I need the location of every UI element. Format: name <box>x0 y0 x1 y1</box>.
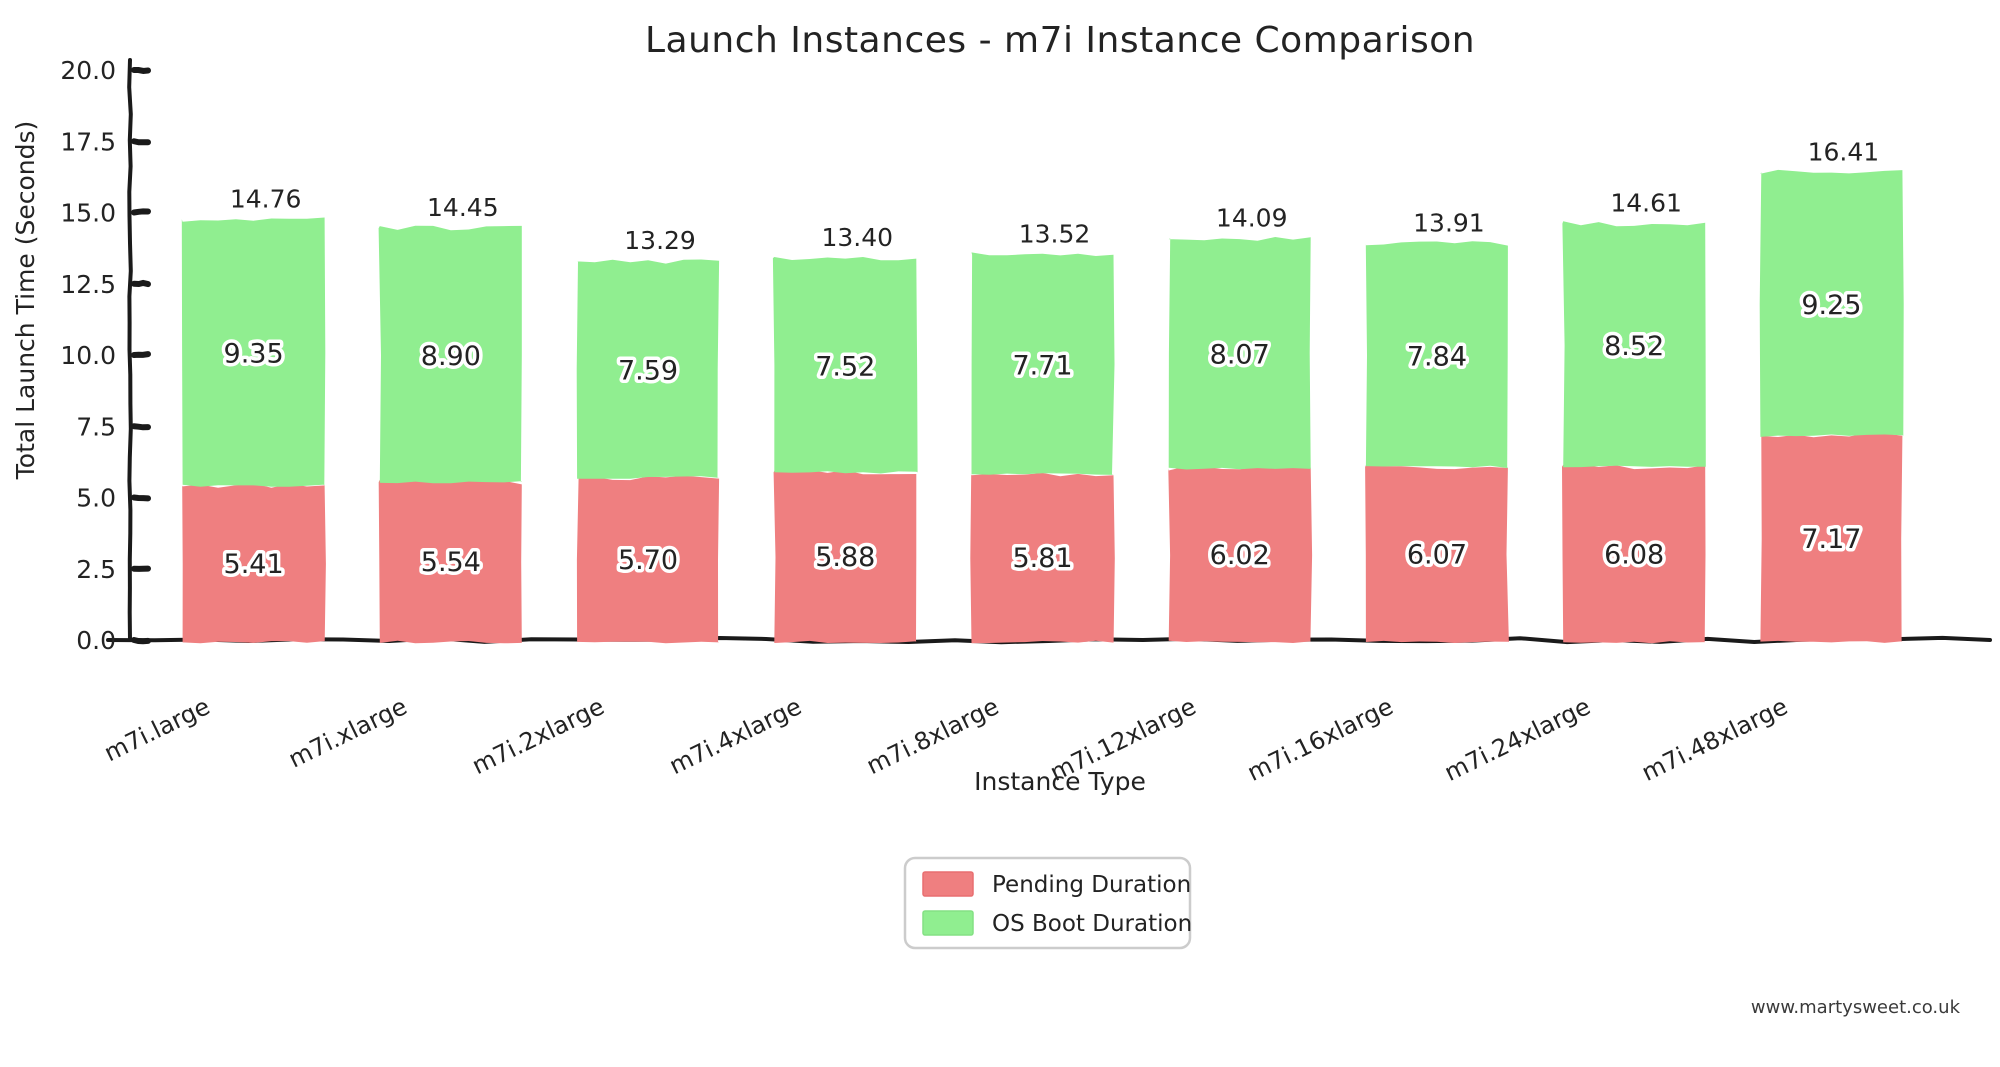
bar-total-label: 14.45 <box>427 193 499 222</box>
y-tick-mark <box>131 67 151 75</box>
bar-value-label-os-boot: 7.59 <box>618 355 678 386</box>
y-axis-line <box>127 58 133 642</box>
y-tick-label: 7.5 <box>76 412 116 441</box>
y-tick-mark <box>131 208 151 216</box>
bar-value-label-pending: 5.70 <box>618 545 678 576</box>
y-tick-label: 15.0 <box>60 199 116 228</box>
bar-value-label-pending: 7.17 <box>1801 524 1861 555</box>
bar-total-label: 13.29 <box>624 226 696 255</box>
y-tick-label: 17.5 <box>60 127 116 156</box>
bar-value-label-os-boot: 9.25 <box>1801 290 1861 321</box>
y-tick-mark <box>131 423 151 431</box>
legend-label-pending: Pending Duration <box>992 872 1191 898</box>
legend-swatch-pending <box>922 871 974 897</box>
bar-value-label-os-boot: 8.07 <box>1210 339 1270 370</box>
y-axis-label: Total Launch Time (Seconds) <box>11 121 40 480</box>
bar-value-label-os-boot: 9.35 <box>224 339 284 370</box>
bar-value-label-os-boot: 8.90 <box>421 341 481 372</box>
bar-value-label-pending: 5.54 <box>421 547 481 578</box>
y-tick-label: 2.5 <box>76 555 116 584</box>
y-tick-label: 10.0 <box>60 341 116 370</box>
bar-value-label-pending: 6.08 <box>1604 539 1664 570</box>
bar-total-label: 13.52 <box>1019 220 1091 249</box>
chart-title: Launch Instances - m7i Instance Comparis… <box>645 20 1475 61</box>
y-tick-label: 12.5 <box>60 270 116 299</box>
bar-value-label-pending: 6.07 <box>1407 540 1467 571</box>
y-tick-label: 20.0 <box>60 56 116 85</box>
legend-label-os-boot: OS Boot Duration <box>992 911 1192 937</box>
watermark: www.martysweet.co.uk <box>1751 997 1961 1018</box>
bar-total-label: 14.09 <box>1216 203 1288 232</box>
chart-legend: Pending Duration OS Boot Duration <box>903 856 1192 950</box>
legend-item-pending: Pending Duration <box>922 871 1191 898</box>
bar-value-label-os-boot: 7.52 <box>815 351 875 382</box>
chart-container: Launch Instances - m7i Instance Comparis… <box>0 0 2000 1067</box>
bar-total-label: 13.91 <box>1413 209 1485 238</box>
y-tick-mark <box>131 138 151 146</box>
bar-value-label-os-boot: 7.71 <box>1012 351 1072 382</box>
bar-total-label: 13.40 <box>821 223 893 252</box>
bar-value-label-pending: 5.88 <box>815 542 875 573</box>
bar-value-label-pending: 6.02 <box>1210 540 1270 571</box>
bar-chart: Launch Instances - m7i Instance Comparis… <box>0 0 2000 1067</box>
bar-value-label-os-boot: 8.52 <box>1604 331 1664 362</box>
y-tick-label: 5.0 <box>76 484 116 513</box>
y-tick-mark <box>131 279 151 288</box>
bar-value-label-pending: 5.81 <box>1012 543 1072 574</box>
bar-total-label: 14.76 <box>230 184 302 213</box>
y-tick-mark <box>131 637 151 645</box>
y-tick-mark <box>131 351 151 358</box>
legend-item-os-boot: OS Boot Duration <box>922 910 1192 937</box>
bar-value-label-os-boot: 7.84 <box>1407 341 1467 372</box>
y-tick-mark <box>131 494 151 502</box>
y-tick-label: 0.0 <box>76 626 116 655</box>
legend-swatch-os-boot <box>922 910 974 936</box>
bar-total-label: 14.61 <box>1610 189 1682 218</box>
bar-total-label: 16.41 <box>1808 137 1880 166</box>
bar-value-label-pending: 5.41 <box>224 549 284 580</box>
